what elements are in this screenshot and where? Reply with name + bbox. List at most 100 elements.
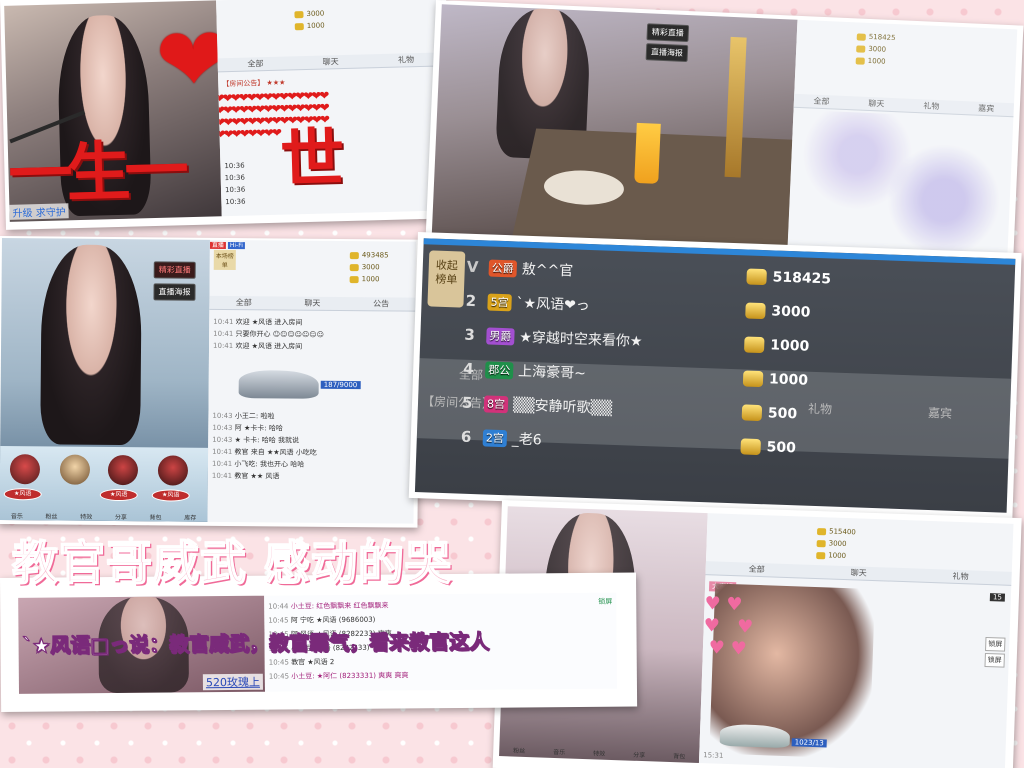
tab-notice[interactable]: 公告 — [347, 297, 416, 311]
rank-badge: 郡公 — [484, 360, 514, 379]
bottom-icon-label[interactable]: 库存 — [173, 513, 208, 522]
coin-icon — [349, 275, 359, 283]
coin-icon — [349, 251, 359, 259]
fan-avatar[interactable] — [157, 455, 189, 486]
collage-photo-5: 520玫瑰上 锁屏 10:44 小土豆: 红色飘飘来 红色飘飘来 10:45 阿… — [0, 572, 638, 712]
lock-screen-toggle[interactable]: 锁屏 — [984, 652, 1005, 668]
live-button[interactable]: 精彩直播 — [646, 23, 690, 43]
coin-icon — [856, 32, 866, 41]
collage-photo-3: 精彩直播 直播海报 ★风语 ★风语 ★风语 音乐 粉丝 特效 分享 背包 库存 … — [0, 236, 420, 528]
rank-list-badge[interactable]: 本场榜单 — [213, 249, 236, 271]
rose-gift-label[interactable]: 520玫瑰上 — [202, 673, 263, 691]
chat-times: 10:36 10:36 10:36 10:36 — [224, 160, 245, 209]
lock-screen-toggle[interactable]: 锁屏 — [598, 597, 612, 607]
chat-subcaption: `★风语□っ说：教官威武，教官霸气，看来教官这人 — [22, 629, 490, 658]
poster-button[interactable]: 直播海报 — [153, 283, 196, 301]
chat-time: 10:36 — [224, 173, 246, 183]
user-name[interactable]: `★风语❤っ — [516, 292, 667, 317]
gift-amount: 500 — [741, 404, 797, 422]
podium-label: ★风语 — [3, 488, 42, 501]
gold-coin-icon — [740, 438, 761, 456]
car-count: 1023/13 — [791, 738, 827, 748]
lock-screen-toggle[interactable]: 锁屏 — [985, 636, 1006, 652]
collapse-leaderboard-button[interactable]: 收起 榜单 — [427, 250, 466, 308]
tab-all[interactable]: 全部 — [706, 561, 808, 578]
fan-avatar[interactable] — [59, 454, 91, 485]
chat-line: 10:45 小土豆: ★阿仁 (8233331) 爽爽 爽爽 — [268, 671, 409, 681]
rank-badge: 男爵 — [486, 326, 515, 345]
tab-all[interactable]: 全部 — [209, 296, 278, 310]
gold-coin-icon — [741, 404, 763, 422]
gift-row: 1000 — [210, 272, 416, 286]
hearts-overlay: ♥ ♥ ♥ ♥ ♥ ♥ — [702, 593, 754, 660]
chat-list-2: 10:43 小王二: 啦啦 10:43 阿 ★卡卡: 哈哈 10:43 ★ 卡卡… — [212, 410, 411, 484]
fan-avatar[interactable] — [9, 454, 41, 485]
bottom-icon-label[interactable]: 音乐 — [0, 511, 34, 520]
user-name[interactable]: 敖^^官 — [521, 259, 672, 284]
bottom-icon-row: 粉丝 音乐 特效 分享 背包 — [499, 745, 699, 761]
system-notice: 【房间公告】 ★★★ — [222, 78, 286, 89]
leaderboard-card: 收起 榜单 全部 礼物 嘉宾 【房间公告】 Ⅴ 公爵 敖^^官 518425 2… — [408, 232, 1022, 519]
bottom-icon-label[interactable]: 背包 — [659, 751, 699, 761]
tab-guest[interactable]: 嘉宾 — [959, 101, 1015, 116]
user-name[interactable]: _老6 — [512, 428, 663, 453]
chat-panel-3: 直播 Hi-Fi 本场榜单 493485 3000 1000 全部 聊天 公告 … — [207, 239, 416, 524]
fan-avatar[interactable] — [107, 454, 139, 486]
bottom-icon-label[interactable]: 粉丝 — [499, 745, 539, 755]
chat-line: 10:41 欢迎 ★风语 进入房间 — [213, 341, 303, 351]
tab-chat[interactable]: 聊天 — [278, 296, 347, 310]
bottom-icon-label[interactable]: 音乐 — [539, 746, 579, 756]
rank-number: 3 — [464, 325, 476, 345]
coin-icon — [816, 527, 827, 535]
tab-gift[interactable]: 礼物 — [904, 99, 960, 114]
bottom-icon-label[interactable]: 分享 — [104, 512, 139, 521]
chat-line: 10:41 教官 ★★ 风语 — [211, 471, 280, 481]
podium-area: ★风语 ★风语 ★风语 音乐 粉丝 特效 分享 背包 库存 — [0, 446, 209, 522]
hifi-label: Hi-Fi — [227, 241, 245, 250]
bottom-icon-label[interactable]: 特效 — [69, 512, 104, 521]
coin-icon — [294, 10, 304, 18]
podium-label: ★风语 — [99, 488, 138, 502]
rank-number: 2 — [465, 291, 477, 311]
chat-tabs: 全部 聊天 礼物 — [217, 52, 444, 73]
gift-amount: 3000 — [745, 302, 811, 321]
tab-chat[interactable]: 聊天 — [807, 565, 909, 582]
bottom-icon-label[interactable]: 分享 — [619, 749, 659, 759]
bottom-icon-label[interactable]: 背包 — [138, 512, 173, 521]
rank-number: 6 — [460, 427, 472, 446]
collage-photo-2: 精彩直播 直播海报 518425 3000 1000 全部 聊天 礼物 嘉宾 — [425, 0, 1024, 270]
coin-icon — [816, 551, 826, 559]
juice-glass — [634, 122, 661, 184]
rank-badge: 2宫 — [482, 428, 508, 447]
tab-gift[interactable]: 礼物 — [909, 568, 1011, 585]
chat-time: 10:36 — [224, 161, 245, 171]
chat-time: 10:36 — [224, 185, 246, 195]
chat-time: 10:36 — [225, 197, 246, 207]
upgrade-guard-label[interactable]: 升级 求守护 — [9, 203, 69, 220]
rank-badge: 8宫 — [483, 394, 509, 413]
user-name[interactable]: ★穿越时空来看你★ — [519, 327, 670, 352]
overlay-text-right: 世 — [279, 122, 346, 198]
trophy-icon: Ⅴ — [466, 257, 479, 277]
poster-button[interactable]: 直播海报 — [645, 43, 689, 63]
tab-all[interactable]: 全部 — [218, 56, 294, 71]
chat-panel-6: 515400 3000 1000 全部 聊天 礼物 大家好 15 ♥ ♥♥ ♥ … — [698, 513, 1014, 768]
rank-badge: 5宫 — [487, 292, 512, 311]
bottom-icon-label[interactable]: 粉丝 — [34, 511, 69, 520]
collage-photo-1: ❤ 一生一世 升级 求守护 3000 1000 全部 聊天 礼物 【房间公告】 … — [0, 0, 452, 230]
coin-icon — [816, 539, 826, 547]
stream-video-1: ❤ 一生一世 升级 求守护 — [4, 0, 222, 222]
coin-icon — [856, 44, 866, 53]
tab-chat[interactable]: 聊天 — [849, 96, 905, 111]
bottom-icon-label[interactable]: 特效 — [579, 748, 619, 758]
gold-coin-icon — [742, 370, 764, 388]
tab-all[interactable]: 全部 — [794, 94, 850, 109]
user-name[interactable]: 上海豪哥~ — [518, 361, 669, 386]
gold-coin-icon — [746, 268, 767, 286]
live-button[interactable]: 精彩直播 — [153, 261, 196, 279]
podium-label: ★风语 — [151, 489, 190, 502]
stream-video-2: 精彩直播 直播海报 — [431, 4, 798, 250]
chat-tabs: 全部 聊天 公告 — [209, 295, 416, 312]
user-name[interactable]: ▒▒安静听歌▒▒ — [513, 394, 664, 419]
tab-chat[interactable]: 聊天 — [293, 54, 369, 69]
